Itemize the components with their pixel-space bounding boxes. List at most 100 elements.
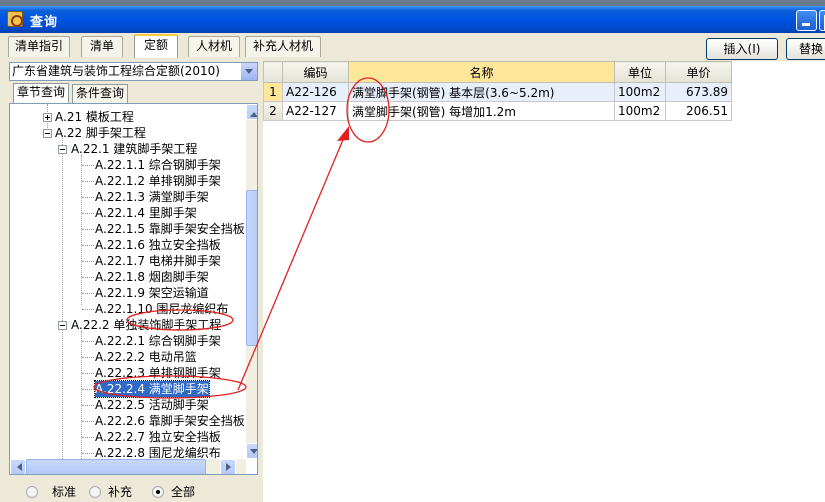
tree-line [82,309,94,310]
row-number: 1 [263,82,283,102]
tree-line [82,373,94,374]
scroll-thumb[interactable] [26,459,206,474]
tree-line [82,453,94,454]
filter-all-label: 全部 [171,485,196,499]
tab-strip: 清单指引 清单 定额 人材机 补充人材机 [4,34,825,58]
radio-supplementary[interactable] [89,486,101,498]
title-bar[interactable]: 查询 [0,6,825,33]
tree-node[interactable]: A.22.2.1 综合钢脚手架 [95,333,221,349]
tree-line [82,421,94,422]
table-row[interactable]: 2 A22-127 满堂脚手架(钢管) 每增加1.2m 100m2 206.51 [263,101,732,121]
filter-standard-label: 标准 [52,485,77,499]
tree-line [82,245,94,246]
row-number-header [263,61,283,83]
chevron-down-icon[interactable] [240,63,257,80]
tree-line [82,197,94,198]
quota-grid[interactable]: 编码 名称 单位 单价 1 A22-126 满堂脚手架(钢管) 基本层(3.6~… [263,61,825,502]
quota-table: 编码 名称 单位 单价 1 A22-126 满堂脚手架(钢管) 基本层(3.6~… [263,61,732,121]
column-header-price[interactable]: 单价 [665,61,732,83]
minimize-button[interactable] [796,10,817,31]
tree-line [62,135,63,325]
tree-line [81,155,82,305]
collapse-icon[interactable] [58,321,67,330]
tree-line [82,405,94,406]
cell-name[interactable]: 满堂脚手架(钢管) 基本层(3.6~5.2m) [348,82,615,102]
collapse-icon[interactable] [43,129,52,138]
cell-price[interactable]: 673.89 [665,82,732,102]
tree-node[interactable]: A.22.1.3 满堂脚手架 [95,189,209,205]
tree-node-selected[interactable]: A.22.2.4 满堂脚手架 [94,380,210,398]
radio-standard[interactable] [26,486,38,498]
tree-node[interactable]: A.22.1.7 电梯井脚手架 [95,253,221,269]
tree-line [82,229,94,230]
tree-node[interactable]: A.22.1.1 综合钢脚手架 [95,157,221,173]
cell-unit[interactable]: 100m2 [614,82,666,102]
tab-supplementary-lmm[interactable]: 补充人材机 [245,36,321,57]
cell-name[interactable]: 满堂脚手架(钢管) 每增加1.2m [348,101,615,121]
cell-code[interactable]: A22-126 [282,82,349,102]
maximize-button[interactable] [819,10,825,31]
column-header-unit[interactable]: 单位 [614,61,666,83]
tree-horizontal-scrollbar[interactable] [10,459,246,474]
table-header: 编码 名称 单位 单价 [263,61,732,83]
tree-line [82,181,94,182]
expand-icon[interactable] [43,113,52,122]
tree-line [82,165,94,166]
quota-library-select[interactable]: 广东省建筑与装饰工程综合定额(2010) [9,62,258,81]
filter-supplementary-label: 补充 [108,485,133,499]
cell-unit[interactable]: 100m2 [614,101,666,121]
tree-node[interactable]: A.22.1.5 靠脚手架安全挡板 [95,221,245,237]
scroll-left-icon[interactable] [10,459,26,474]
tab-chapter-search[interactable]: 章节查询 [13,83,70,104]
chapter-tree[interactable]: A.21 模板工程 A.22 脚手架工程 A.22.1 建筑脚手架工程 A.22… [9,103,258,475]
column-header-code[interactable]: 编码 [282,61,349,83]
window-title: 查询 [30,15,59,30]
replace-button[interactable]: 替换 [786,38,825,60]
row-number: 2 [263,101,283,121]
scroll-right-icon[interactable] [220,459,236,474]
tab-quota[interactable]: 定额 [134,34,178,58]
scroll-down-icon[interactable] [246,443,257,459]
insert-button[interactable]: 插入(I) [706,38,778,60]
tree-node[interactable]: A.22.2.7 独立安全挡板 [95,429,221,445]
tree-line [81,331,82,463]
scroll-up-icon[interactable] [246,104,257,120]
tree-node[interactable]: A.22.1.9 架空运输道 [95,285,209,301]
tree-node[interactable]: A.22 脚手架工程 [55,125,146,141]
tab-list-guide[interactable]: 清单指引 [8,36,70,57]
tab-condition-search[interactable]: 条件查询 [72,84,129,103]
tree-node[interactable]: A.21 模板工程 [55,109,134,125]
tree-node[interactable]: A.22.2 单独装饰脚手架工程 [71,317,221,333]
tree-node[interactable]: A.22.2.2 电动吊篮 [95,349,197,365]
tree-node[interactable]: A.22.1.6 独立安全挡板 [95,237,221,253]
tab-labor-material-machine[interactable]: 人材机 [188,36,240,57]
collapse-icon[interactable] [58,145,67,154]
tree-line [82,277,94,278]
tree-node[interactable]: A.22.1 建筑脚手架工程 [71,141,197,157]
tree-line [82,213,94,214]
quota-library-value: 广东省建筑与装饰工程综合定额(2010) [12,64,220,78]
radio-all[interactable] [152,486,164,498]
tree-node[interactable]: A.22.1.8 烟囱脚手架 [95,269,209,285]
tree-line [62,325,63,465]
tab-list[interactable]: 清单 [81,36,123,57]
tree-line [82,341,94,342]
tree-node[interactable]: A.22.2.6 靠脚手架安全挡板 [95,413,245,429]
tree-node[interactable]: A.22.1.2 单排钢脚手架 [95,173,221,189]
tree-line [82,261,94,262]
tree-vertical-scrollbar[interactable] [246,104,257,459]
tree-line [82,389,94,390]
app-icon [7,11,23,27]
cell-code[interactable]: A22-127 [282,101,349,121]
tree-node[interactable]: A.22.1.4 里脚手架 [95,205,197,221]
tree-line [82,437,94,438]
tree-node[interactable]: A.22.2.5 活动脚手架 [95,397,209,413]
tree-node[interactable]: A.22.2.3 单排钢脚手架 [95,365,221,381]
column-header-name[interactable]: 名称 [348,61,615,83]
table-row[interactable]: 1 A22-126 满堂脚手架(钢管) 基本层(3.6~5.2m) 100m2 … [263,82,732,102]
scroll-thumb[interactable] [246,190,257,346]
tree-line [82,357,94,358]
cell-price[interactable]: 206.51 [665,101,732,121]
tree-node[interactable]: A.22.1.10 围尼龙编织布 [95,301,228,317]
tree-line [82,293,94,294]
